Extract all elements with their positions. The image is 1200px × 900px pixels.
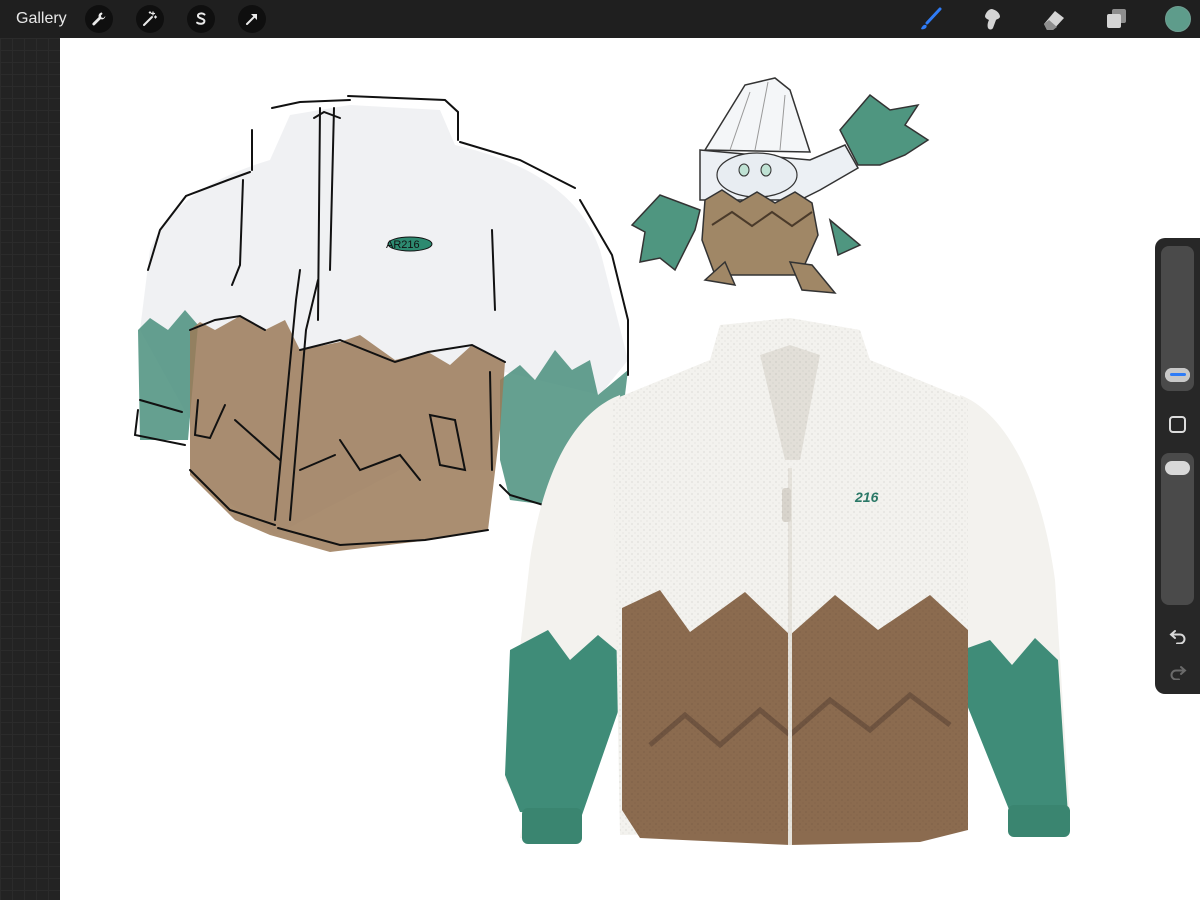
canvas-margin [0,38,60,900]
drawing-canvas[interactable]: AR216 216 [60,38,1200,900]
painting-tools [881,0,1200,38]
sketch-chest-text: AR216 [386,239,420,251]
brush-size-indicator [1170,373,1186,376]
selection-icon[interactable] [186,5,215,33]
gallery-button[interactable]: Gallery [16,10,67,28]
undo-icon[interactable] [1167,626,1189,646]
color-picker-swatch[interactable] [1165,6,1191,32]
eraser-icon[interactable] [1041,6,1067,32]
layers-icon[interactable] [1103,6,1129,32]
brush-size-slider[interactable] [1161,246,1194,391]
wrench-icon[interactable] [84,5,113,33]
opacity-slider[interactable] [1161,453,1194,605]
magic-wand-icon[interactable] [135,5,164,33]
modify-button[interactable] [1169,416,1186,433]
redo-icon[interactable] [1167,662,1189,682]
transform-arrow-icon[interactable] [237,5,266,33]
brush-icon[interactable] [917,6,943,32]
opacity-thumb[interactable] [1165,461,1190,475]
artwork: AR216 216 [133,77,1070,845]
top-toolbar: Gallery [0,0,1200,38]
smudge-icon[interactable] [979,6,1005,32]
brush-sidebar [1155,238,1200,694]
snover-character [630,77,930,294]
product-chest-text: 216 [854,489,879,505]
